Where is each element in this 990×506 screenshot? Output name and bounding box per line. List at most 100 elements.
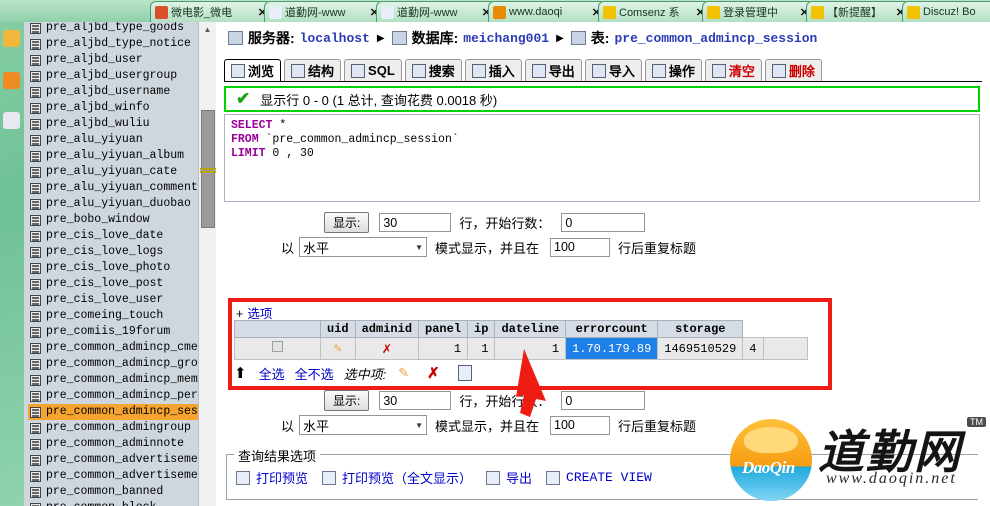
browser-tab-6[interactable]: 登录管理中 ✕	[702, 1, 814, 22]
table-list-item[interactable]: pre_aljbd_type_goods	[28, 22, 200, 36]
rows-input-bottom[interactable]	[379, 391, 452, 410]
table-list-item[interactable]: pre_common_admincp_cmenu	[28, 340, 212, 356]
table-list-item[interactable]: pre_common_admingroup	[28, 420, 200, 436]
x-icon[interactable]: ✗	[427, 364, 440, 382]
uncheck-all-link[interactable]: 全不选	[295, 364, 334, 383]
scrollbar-grip[interactable]	[200, 168, 216, 173]
table-list-item[interactable]: pre_alu_yiyuan_comment	[28, 180, 200, 196]
repeat-header-input-top[interactable]	[550, 237, 611, 257]
column-header-ip[interactable]: ip	[467, 320, 496, 338]
tab-清空[interactable]: 清空	[704, 59, 762, 81]
pencil-icon[interactable]: ✎	[334, 341, 342, 356]
breadcrumb-server-value[interactable]: localhost	[300, 31, 370, 46]
table-list-item[interactable]: pre_cis_love_post	[28, 276, 200, 292]
row-edit-cell[interactable]: ✎	[320, 337, 356, 360]
rows-input-top[interactable]	[379, 213, 452, 232]
table-list-item[interactable]: pre_common_adminnote	[28, 436, 200, 452]
repeat-header-input-bottom[interactable]	[550, 415, 611, 435]
table-list-item[interactable]: pre_alu_yiyuan	[28, 132, 200, 148]
x-icon[interactable]: ✗	[382, 341, 391, 358]
table-list-item[interactable]: pre_common_admincp_member	[28, 372, 216, 388]
table-list-item[interactable]: pre_common_admincp_perm	[28, 388, 205, 404]
show-button-top[interactable]: 显示:	[324, 212, 370, 233]
table-list-item[interactable]: pre_common_block	[28, 500, 200, 506]
tab-浏览[interactable]: 浏览	[224, 59, 282, 81]
cell-storage[interactable]	[762, 337, 808, 360]
tab-插入[interactable]: 插入	[464, 59, 522, 81]
display-mode-select-bottom[interactable]: 水平 ▼	[299, 415, 428, 435]
query-option-link[interactable]: 打印预览（全文显示）	[342, 468, 472, 487]
table-list-item[interactable]: pre_common_banned	[28, 484, 200, 500]
cell-panel[interactable]: 1	[494, 337, 567, 360]
column-header-adminid[interactable]: adminid	[354, 320, 420, 338]
column-header-uid[interactable]: uid	[320, 320, 356, 338]
row-checkbox[interactable]	[272, 341, 283, 352]
table-list-item[interactable]: pre_common_admincp_session	[28, 404, 216, 420]
table-list-item[interactable]: pre_aljbd_winfo	[28, 100, 200, 116]
cell-adminid[interactable]: 1	[467, 337, 496, 360]
browser-tab-2[interactable]: 道勤网-www ✕	[264, 1, 384, 22]
select-arrow-icon[interactable]: ⬆	[234, 364, 247, 382]
table-list-item[interactable]: pre_aljbd_username	[28, 84, 200, 100]
column-header-panel[interactable]: panel	[418, 320, 469, 338]
table-list-scrollbar[interactable]: ▲	[198, 22, 216, 506]
table-list-item[interactable]: pre_aljbd_type_notice	[28, 36, 200, 52]
start-row-input-bottom[interactable]	[561, 391, 646, 410]
browser-tab-3[interactable]: 道勤网-www ✕	[376, 1, 496, 22]
desktop-icon[interactable]	[3, 72, 20, 89]
export-icon[interactable]	[457, 365, 472, 381]
tab-导入[interactable]: 导入	[584, 59, 642, 81]
table-list-item[interactable]: pre_common_advertisement	[28, 452, 212, 468]
breadcrumb-db-value[interactable]: meichang001	[463, 31, 549, 46]
query-option-link[interactable]: 导出	[506, 468, 532, 487]
query-option-link[interactable]: CREATE VIEW	[566, 470, 652, 485]
tab-SQL[interactable]: SQL	[344, 59, 402, 81]
tab-操作[interactable]: 操作	[644, 59, 702, 81]
column-header-errorcount[interactable]: errorcount	[565, 320, 659, 338]
table-list-item[interactable]: pre_alu_yiyuan_cate	[28, 164, 200, 180]
check-all-link[interactable]: 全选	[259, 364, 285, 383]
desktop-icon[interactable]	[3, 112, 20, 129]
row-delete-cell[interactable]: ✗	[354, 337, 420, 360]
query-option-link[interactable]: 打印预览	[256, 468, 308, 487]
browser-tab-4[interactable]: www.daoqi ✕	[488, 1, 606, 22]
tab-导出[interactable]: 导出	[524, 59, 582, 81]
cell-errorcount[interactable]: 4	[742, 337, 764, 360]
cell-ip[interactable]: 1.70.179.89	[565, 337, 659, 360]
sql-query-box[interactable]: SELECT * FROM `pre_common_admincp_sessio…	[224, 114, 980, 202]
table-list-item[interactable]: pre_cis_love_user	[28, 292, 200, 308]
row-checkbox-cell[interactable]	[234, 337, 321, 360]
table-list-item[interactable]: pre_alu_yiyuan_album	[28, 148, 200, 164]
table-list-item[interactable]: pre_comiis_19forum	[28, 324, 200, 340]
breadcrumb-table-value[interactable]: pre_common_admincp_session	[614, 31, 817, 46]
browser-tab-1[interactable]: 微电影_微电 ✕	[150, 1, 272, 22]
column-header-storage[interactable]: storage	[657, 320, 744, 338]
browser-tab-8[interactable]: Discuz! Bo✕	[902, 1, 990, 22]
show-button-bottom[interactable]: 显示:	[324, 390, 370, 411]
desktop-icon[interactable]	[3, 30, 20, 47]
table-list-item[interactable]: pre_aljbd_wuliu	[28, 116, 200, 132]
tab-结构[interactable]: 结构	[284, 59, 342, 81]
cell-uid[interactable]: 1	[418, 337, 469, 360]
table-list-item[interactable]: pre_bobo_window	[28, 212, 200, 228]
browser-tab-5[interactable]: Comsenz 系 ✕	[598, 1, 710, 22]
display-mode-select-top[interactable]: 水平 ▼	[299, 237, 428, 257]
table-list-item[interactable]: pre_aljbd_usergroup	[28, 68, 200, 84]
table-list-item[interactable]: pre_cis_love_date	[28, 228, 200, 244]
column-header-dateline[interactable]: dateline	[494, 320, 567, 338]
table-list-item[interactable]: pre_comeing_touch	[28, 308, 200, 324]
table-list-item[interactable]: pre_cis_love_logs	[28, 244, 200, 260]
table-list-item[interactable]: pre_cis_love_photo	[28, 260, 200, 276]
tab-搜索[interactable]: 搜索	[404, 59, 462, 81]
scroll-up-arrow[interactable]: ▲	[199, 22, 216, 37]
browser-tab-7[interactable]: 【新提醒】 ✕	[806, 1, 910, 22]
table-list-item[interactable]: pre_common_admincp_group	[28, 356, 212, 372]
tab-删除[interactable]: 删除	[764, 59, 822, 81]
start-row-input-top[interactable]	[561, 213, 646, 232]
cell-dateline[interactable]: 1469510529	[657, 337, 744, 360]
table-list-item[interactable]: pre_alu_yiyuan_duobao	[28, 196, 200, 212]
table-list-item[interactable]: pre_aljbd_user	[28, 52, 200, 68]
scroll-down-arrow[interactable]	[199, 491, 216, 506]
pencil-icon[interactable]: ✎	[398, 365, 409, 381]
table-list-item[interactable]: pre_common_advertisement_c	[28, 468, 216, 484]
